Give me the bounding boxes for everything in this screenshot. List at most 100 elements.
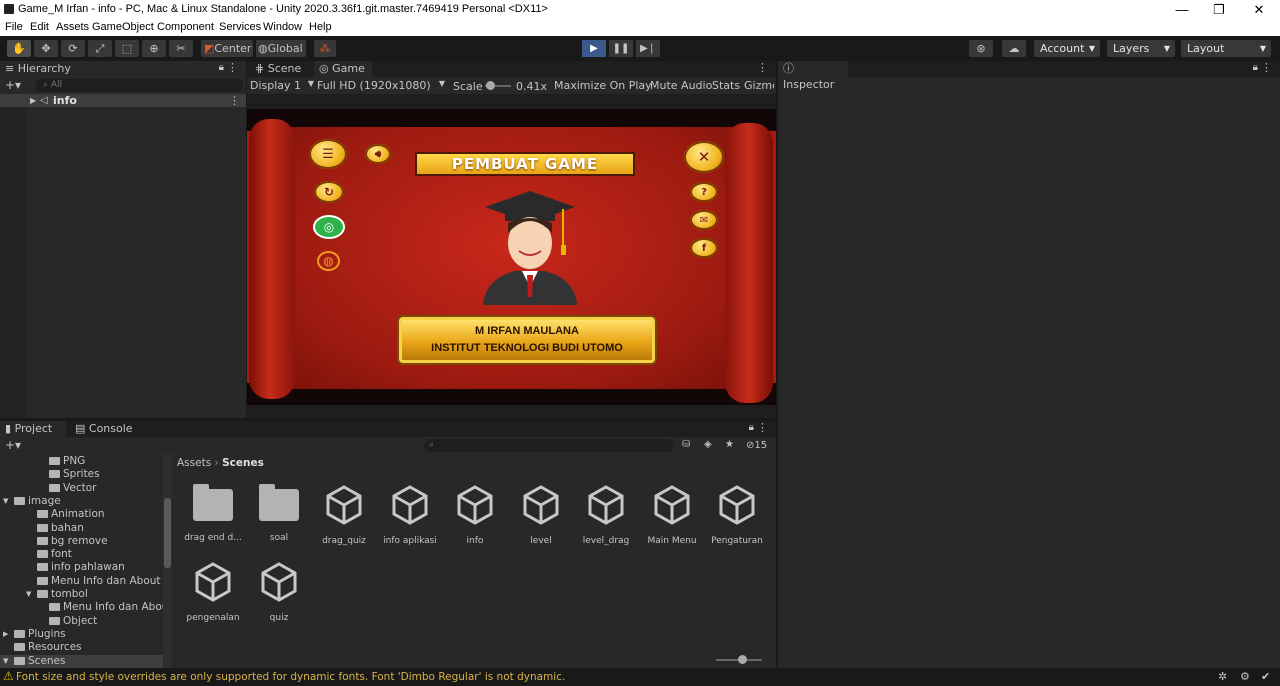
help-icon[interactable]: ? [690, 182, 718, 202]
folder-tree-item[interactable]: Vector [0, 482, 163, 495]
tree-scrollbar[interactable] [163, 454, 172, 668]
folder-tree-item[interactable]: info pahlawan [0, 561, 163, 574]
tab-project[interactable]: ▮ Project [0, 421, 66, 437]
project-search-input[interactable]: ⌕ [424, 439, 674, 452]
tab-hierarchy[interactable]: ≡ Hierarchy [0, 61, 246, 77]
asset-scene[interactable]: Pengaturan [706, 483, 768, 546]
move-tool-icon[interactable]: ✥ [34, 40, 58, 57]
transform-tool-icon[interactable]: ⊕ [142, 40, 166, 57]
hierarchy-search-input[interactable]: ⌕ All [35, 79, 243, 92]
mail-icon[interactable]: ✉ [690, 210, 718, 230]
chevron-right-icon[interactable]: ▶ [3, 628, 8, 641]
progress-check-icon[interactable]: ✔ [1261, 670, 1270, 683]
display-dropdown[interactable]: Display 1 ▼ [250, 79, 314, 92]
lock-icon[interactable]: 🔒︎ [219, 62, 224, 73]
folder-tree-item[interactable]: ▶ Plugins [0, 628, 163, 641]
asset-scene[interactable]: pengenalan [182, 560, 244, 623]
menu-list-icon[interactable]: ☰ [309, 139, 347, 169]
menu-assets[interactable]: Assets [56, 21, 89, 33]
menu-help[interactable]: Help [309, 21, 332, 33]
facebook-icon[interactable]: f [690, 238, 718, 258]
menu-gameobject[interactable]: GameObject [92, 21, 154, 33]
folder-tree-item[interactable]: Menu Info dan About [0, 601, 172, 614]
layout-dropdown[interactable]: Layout ▼ [1181, 40, 1271, 57]
global-space-button[interactable]: ◍Global [256, 40, 306, 57]
kebab-menu-icon[interactable]: ⋮ [229, 94, 240, 107]
folder-tree-item[interactable]: bg remove [0, 535, 163, 548]
globe-icon[interactable]: ◍ [317, 251, 340, 271]
menu-component[interactable]: Component [157, 21, 214, 33]
lock-icon[interactable]: 🔒︎ [1253, 62, 1258, 73]
gizmos-toggle[interactable]: Gizmo [744, 79, 774, 92]
refresh-icon[interactable]: ↻ [314, 181, 344, 203]
layers-dropdown[interactable]: Layers ▼ [1107, 40, 1175, 57]
resolution-dropdown[interactable]: Full HD (1920x1080) ▼ [317, 79, 445, 92]
rotate-tool-icon[interactable]: ⟳ [61, 40, 85, 57]
pause-button[interactable]: ❚❚ [609, 40, 633, 57]
kebab-menu-icon[interactable]: ⋮ [227, 61, 238, 74]
mute-audio-toggle[interactable]: Mute Audio [650, 79, 712, 92]
collab-icon[interactable]: ⊛ [969, 40, 993, 57]
menu-services[interactable]: Services [219, 21, 261, 33]
asset-scene[interactable]: info aplikasi [379, 483, 441, 546]
kebab-menu-icon[interactable]: ⋮ [757, 421, 768, 434]
minimize-button[interactable]: — [1162, 0, 1202, 19]
tab-console[interactable]: ▤ Console [70, 421, 140, 437]
lock-icon[interactable]: 🔒︎ [749, 422, 754, 433]
menu-file[interactable]: File [5, 21, 23, 33]
maximize-button[interactable]: ❐ [1199, 0, 1239, 19]
kebab-menu-icon[interactable]: ⋮ [757, 61, 768, 74]
game-viewport[interactable]: ☰ 🔊︎ ↻ ◎ ◍ PEMBUAT GAME ✕ ? ✉ f M IRFAN … [247, 109, 776, 405]
icon-size-slider-thumb[interactable] [738, 655, 747, 664]
breadcrumb-scenes[interactable]: Scenes [222, 457, 264, 469]
sound-icon[interactable]: 🔊︎ [365, 144, 391, 164]
hand-tool-icon[interactable]: ✋ [7, 40, 31, 57]
maximize-on-play-toggle[interactable]: Maximize On Play [554, 79, 652, 92]
hierarchy-root-row[interactable]: ▶ ◁ info ⋮ [0, 94, 246, 107]
bug-icon[interactable]: ✲ [1218, 670, 1227, 683]
close-window-button[interactable]: ✕ [1239, 0, 1279, 19]
scale-tool-icon[interactable]: ⤢ [88, 40, 112, 57]
folder-tree-item[interactable]: font [0, 548, 163, 561]
tab-scene[interactable]: ⋕ Scene [250, 61, 312, 77]
chevron-down-icon[interactable]: ▼ [26, 588, 31, 601]
rect-tool-icon[interactable]: ⬚ [115, 40, 139, 57]
chevron-right-icon[interactable]: ▶ [30, 94, 36, 107]
hidden-packages-toggle[interactable]: ⊘15 [746, 440, 767, 451]
folder-tree-item[interactable]: Menu Info dan About [0, 575, 163, 588]
add-dropdown-button[interactable]: +▾ [5, 78, 21, 92]
tab-inspector[interactable]: ⓘ Inspector [778, 61, 848, 91]
step-button[interactable]: ▶❘ [636, 40, 660, 57]
cloud-icon[interactable]: ☁ [1002, 40, 1026, 57]
folder-tree-item[interactable]: Sprites [0, 468, 163, 481]
asset-scene[interactable]: info [444, 483, 506, 546]
folder-tree-item[interactable]: Animation [0, 508, 163, 521]
asset-folder[interactable]: drag end d... [182, 483, 244, 543]
asset-folder[interactable]: soal [248, 483, 310, 543]
asset-scene[interactable]: level_drag [575, 483, 637, 546]
menu-window[interactable]: Window [263, 21, 302, 33]
menu-edit[interactable]: Edit [30, 21, 49, 33]
scale-slider-thumb[interactable] [486, 81, 495, 90]
chevron-down-icon[interactable]: ▼ [3, 655, 8, 668]
folder-tree-item[interactable]: bahan [0, 522, 163, 535]
folder-tree-item[interactable]: ▼ tombol [0, 588, 163, 601]
play-button[interactable]: ▶ [582, 40, 606, 57]
pivot-center-button[interactable]: ◩Center [201, 40, 253, 57]
label-tag-icon[interactable]: ◈ [704, 439, 712, 450]
gamepad-icon[interactable]: ◎ [313, 215, 345, 239]
snap-grid-icon[interactable]: ⁂ [314, 40, 336, 57]
asset-scene[interactable]: drag_quiz [313, 483, 375, 546]
search-by-type-icon[interactable]: ⛁ [682, 439, 690, 450]
create-dropdown-button[interactable]: +▾ [5, 438, 21, 452]
status-message[interactable]: Font size and style overrides are only s… [16, 671, 565, 683]
folder-tree-item[interactable]: Object [0, 615, 163, 628]
debug-icon[interactable]: ⚙ [1240, 670, 1250, 683]
chevron-down-icon[interactable]: ▼ [3, 495, 8, 508]
custom-tool-icon[interactable]: ✂ [169, 40, 193, 57]
folder-tree-item[interactable]: PNG [0, 455, 163, 468]
tree-scrollbar-thumb[interactable] [164, 498, 171, 568]
folder-tree-item[interactable]: ▼ Scenes [0, 654, 163, 668]
stats-toggle[interactable]: Stats [712, 79, 740, 92]
favorite-star-icon[interactable]: ★ [725, 439, 734, 450]
